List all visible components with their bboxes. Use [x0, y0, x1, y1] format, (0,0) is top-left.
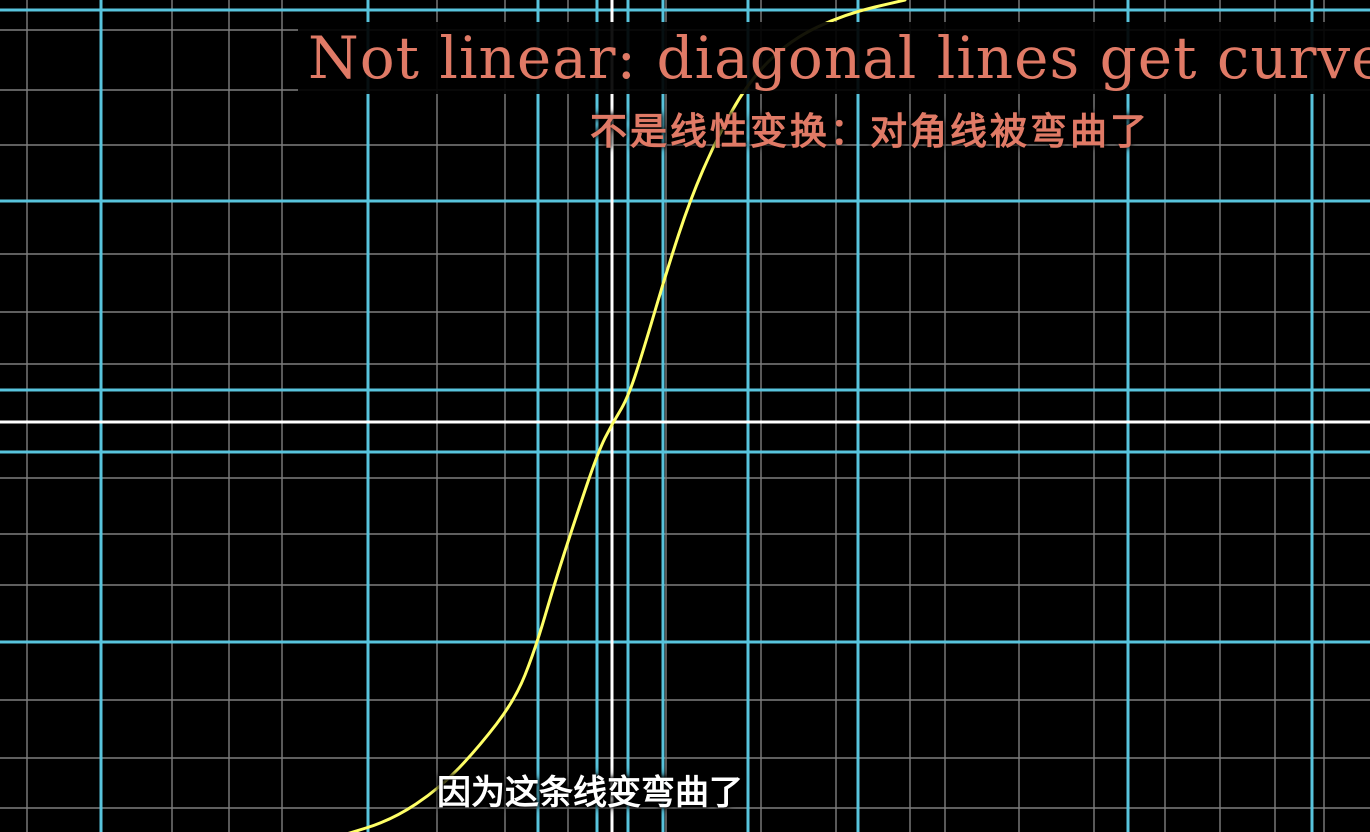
video-frame: Not linear: diagonal lines get curved 不是… [0, 0, 1370, 832]
subtitle-caption: 因为这条线变弯曲了 [437, 773, 743, 813]
title-english: Not linear: diagonal lines get curved [298, 22, 1370, 94]
title-chinese: 不是线性变换：对角线被弯曲了 [590, 110, 1150, 153]
